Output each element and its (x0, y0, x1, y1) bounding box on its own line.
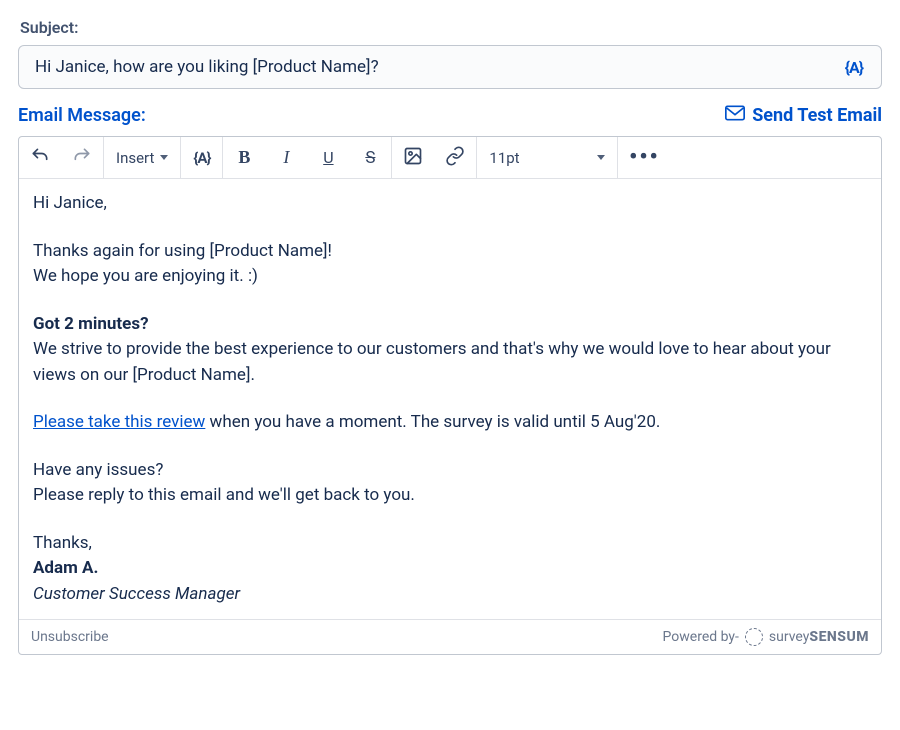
font-size-label: 11pt (489, 149, 519, 167)
body-subheading: Got 2 minutes? (33, 314, 149, 334)
italic-button[interactable]: I (265, 137, 307, 179)
body-paragraph: Please take this review when you have a … (33, 410, 867, 436)
review-link[interactable]: Please take this review (33, 412, 205, 432)
powered-by: Powered by- surveySENSUM (663, 628, 869, 646)
subject-label: Subject: (20, 18, 882, 37)
strikethrough-button[interactable]: S (349, 137, 391, 179)
redo-icon (72, 146, 92, 170)
insert-image-button[interactable] (392, 137, 434, 179)
body-line: We hope you are enjoying it. :) (33, 264, 867, 290)
underline-button[interactable]: U (307, 137, 349, 179)
insert-dropdown[interactable]: Insert (104, 149, 180, 167)
brand-name: surveySENSUM (769, 629, 869, 645)
insert-token-button[interactable]: {A} (841, 58, 867, 77)
email-message-label: Email Message: (18, 105, 146, 126)
body-line: Thanks again for using [Product Name]! (33, 239, 867, 265)
body-paragraph: We strive to provide the best experience… (33, 337, 867, 388)
insert-link-button[interactable] (434, 137, 476, 179)
bold-button[interactable]: B (223, 137, 265, 179)
body-line: Have any issues? (33, 458, 867, 484)
chevron-down-icon (597, 155, 605, 160)
send-test-email-label: Send Test Email (752, 105, 882, 126)
body-text: when you have a moment. The survey is va… (205, 412, 660, 432)
undo-button[interactable] (19, 137, 61, 179)
link-icon (445, 146, 465, 170)
image-icon (403, 146, 423, 170)
send-test-email-button[interactable]: Send Test Email (725, 105, 882, 126)
undo-icon (30, 146, 50, 170)
subject-field-container: {A} (18, 45, 882, 89)
insert-token-toolbar-button[interactable]: {A} (181, 137, 222, 179)
redo-button[interactable] (61, 137, 103, 179)
insert-label: Insert (116, 149, 154, 167)
body-signoff: Thanks, (33, 531, 867, 557)
envelope-icon (725, 105, 745, 126)
body-line: Please reply to this email and we'll get… (33, 483, 867, 509)
body-sender-name: Adam A. (33, 558, 98, 578)
unsubscribe-link[interactable]: Unsubscribe (31, 629, 109, 645)
font-size-dropdown[interactable]: 11pt (477, 149, 617, 167)
editor-footer: Unsubscribe Powered by- surveySENSUM (19, 619, 881, 654)
brand-logo-icon (745, 628, 763, 646)
body-greeting: Hi Janice, (33, 191, 867, 217)
email-body[interactable]: Hi Janice, Thanks again for using [Produ… (19, 179, 881, 619)
chevron-down-icon (160, 155, 168, 160)
email-editor: Insert {A} B I U S (18, 136, 882, 655)
more-options-button[interactable]: ••• (618, 137, 670, 179)
editor-toolbar: Insert {A} B I U S (19, 137, 881, 179)
powered-by-label: Powered by- (663, 629, 739, 645)
body-sender-title: Customer Success Manager (33, 584, 240, 604)
subject-input[interactable] (33, 56, 841, 78)
